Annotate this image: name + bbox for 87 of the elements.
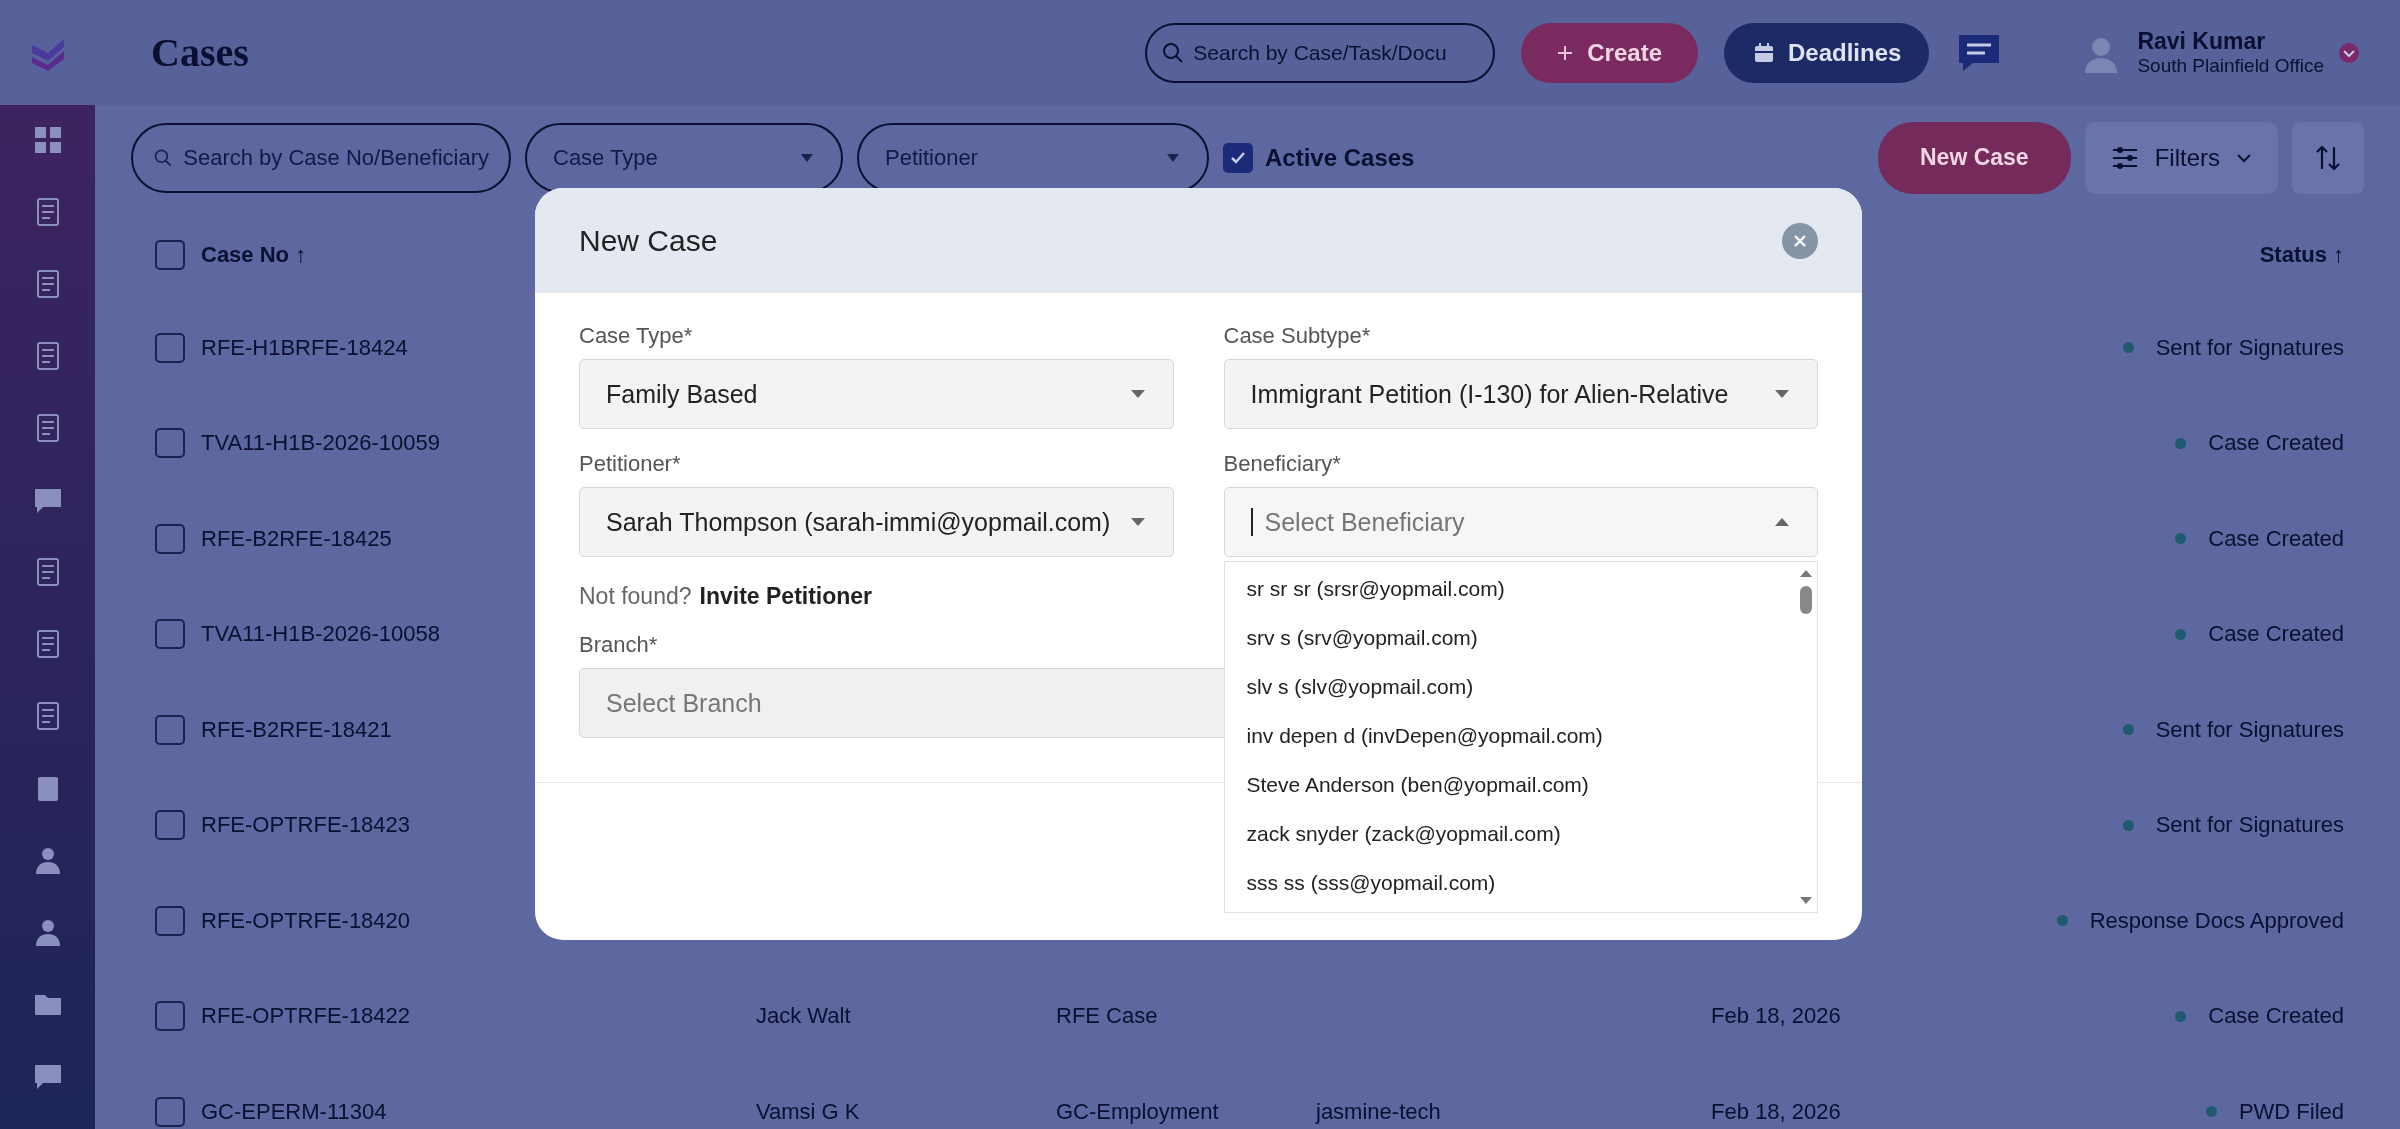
grid-icon[interactable] xyxy=(32,125,63,155)
status-dot xyxy=(2205,1106,2217,1118)
status-dot xyxy=(2175,1010,2187,1022)
scroll-up-icon[interactable] xyxy=(1798,568,1814,578)
checkbox-label: Active Cases xyxy=(1265,143,1415,172)
table-cell: RFE Case xyxy=(1056,1003,1158,1029)
caret-icon xyxy=(1165,152,1181,163)
table-cell: TVA11-H1B-2026-10059 xyxy=(201,430,440,456)
status-text: PWD Filed xyxy=(2238,1098,2344,1125)
checkbox[interactable] xyxy=(155,428,185,459)
sliders-icon xyxy=(2110,144,2139,171)
status-text: Case Created xyxy=(2208,525,2344,552)
select-field[interactable]: Sarah Thompson (sarah-immi@yopmail.com) xyxy=(579,487,1174,557)
dropdown-option[interactable]: sss ss (sss@yopmail.com) xyxy=(1224,858,1795,907)
close-button[interactable] xyxy=(1782,222,1818,259)
status-text: Response Docs Approved xyxy=(2089,907,2344,934)
table-cell: GC-EPERM-11304 xyxy=(201,1098,387,1124)
checkbox[interactable] xyxy=(155,332,185,363)
status-dot xyxy=(2175,533,2187,545)
checkbox[interactable] xyxy=(155,240,185,270)
status-dot xyxy=(2175,437,2187,449)
select-field[interactable]: Family Based xyxy=(579,359,1174,429)
status-text: Case Created xyxy=(2208,1003,2344,1030)
dropdown-option[interactable]: srv s (srv@yopmail.com) xyxy=(1224,613,1795,662)
checkbox[interactable] xyxy=(155,523,185,554)
caret-icon xyxy=(799,152,815,163)
checkbox[interactable] xyxy=(1223,142,1253,173)
filters-button[interactable]: Filters xyxy=(2084,121,2278,194)
table-cell: RFE-H1BRFE-18424 xyxy=(201,334,408,360)
field-label: Case Type* xyxy=(579,323,693,349)
sort-button[interactable] xyxy=(2292,121,2364,194)
calendar-icon xyxy=(1752,40,1776,65)
page-title: Cases xyxy=(151,29,249,76)
status-dot xyxy=(2122,819,2134,831)
scroll-down-icon[interactable] xyxy=(1798,896,1814,906)
caret-icon xyxy=(1128,389,1147,399)
checkbox[interactable] xyxy=(155,714,185,745)
select-field[interactable]: Select Beneficiary xyxy=(1223,487,1818,557)
dropdown-option[interactable]: Steve Anderson (ben@yopmail.com) xyxy=(1224,760,1795,809)
table-cell: Jack Walt xyxy=(756,1003,851,1029)
table-cell: Feb 18, 2026 xyxy=(1711,1098,1841,1124)
checkbox[interactable] xyxy=(155,810,185,841)
caret-icon xyxy=(1773,389,1791,399)
new-case-button[interactable]: New Case xyxy=(1878,121,2071,194)
checkbox[interactable] xyxy=(155,1096,185,1127)
status-dot xyxy=(2122,724,2134,736)
chevron-icon[interactable] xyxy=(2338,41,2360,64)
checkbox[interactable] xyxy=(155,1001,185,1032)
dialog-title: New Case xyxy=(579,223,718,258)
dropdown-option[interactable]: zack snyder (zack@yopmail.com) xyxy=(1224,809,1795,858)
user-name: Ravi Kumar xyxy=(2137,28,2267,55)
field-label: Case Subtype* xyxy=(1223,323,1371,349)
field-label: Petitioner* xyxy=(579,451,681,477)
table-cell: jasmine-tech xyxy=(1316,1098,1441,1124)
table-cell: Feb 18, 2026 xyxy=(1711,1003,1841,1029)
table-cell: RFE-B2RFE-18421 xyxy=(201,716,392,742)
table-cell: TVA11-H1B-2026-10058 xyxy=(201,621,440,647)
plus-icon xyxy=(1557,44,1574,61)
deadlines-button[interactable]: Deadlines xyxy=(1724,22,1930,83)
status-text: Case Created xyxy=(2208,621,2344,648)
caret-icon xyxy=(1773,517,1791,527)
field-label: Branch* xyxy=(579,632,658,658)
status-dot xyxy=(2122,342,2134,354)
table-cell: Vamsi G K xyxy=(756,1098,860,1124)
select-field[interactable]: Immigrant Petition (I-130) for Alien-Relative xyxy=(1223,359,1818,429)
invite-petitioner-link[interactable]: Invite Petitioner xyxy=(699,583,873,610)
status-text: Case Created xyxy=(2208,430,2344,457)
user-office: South Plainfield Office xyxy=(2137,55,2324,77)
status-dot xyxy=(2056,915,2068,927)
table-cell: RFE-B2RFE-18425 xyxy=(201,525,392,551)
scrollbar-thumb[interactable] xyxy=(1800,586,1812,614)
status-text: Sent for Signatures xyxy=(2155,812,2344,839)
table-cell: GC-Employment xyxy=(1056,1098,1219,1124)
field-label: Beneficiary* xyxy=(1223,451,1341,477)
table-cell: RFE-OPTRFE-18422 xyxy=(201,1003,411,1029)
dropdown-option[interactable]: sr sr sr (srsr@yopmail.com) xyxy=(1224,564,1795,613)
checkbox[interactable] xyxy=(155,905,185,936)
create-button[interactable]: Create xyxy=(1521,22,1698,83)
status-text: Sent for Signatures xyxy=(2155,334,2344,361)
caret-icon xyxy=(1128,517,1147,527)
chevron-icon xyxy=(2236,152,2252,163)
status-text: Sent for Signatures xyxy=(2155,716,2344,743)
checkbox[interactable] xyxy=(155,619,185,650)
table-cell: RFE-OPTRFE-18423 xyxy=(201,812,411,838)
status-dot xyxy=(2175,628,2187,640)
not-found-text: Not found? xyxy=(579,583,692,610)
table-cell: RFE-OPTRFE-18420 xyxy=(201,907,411,933)
